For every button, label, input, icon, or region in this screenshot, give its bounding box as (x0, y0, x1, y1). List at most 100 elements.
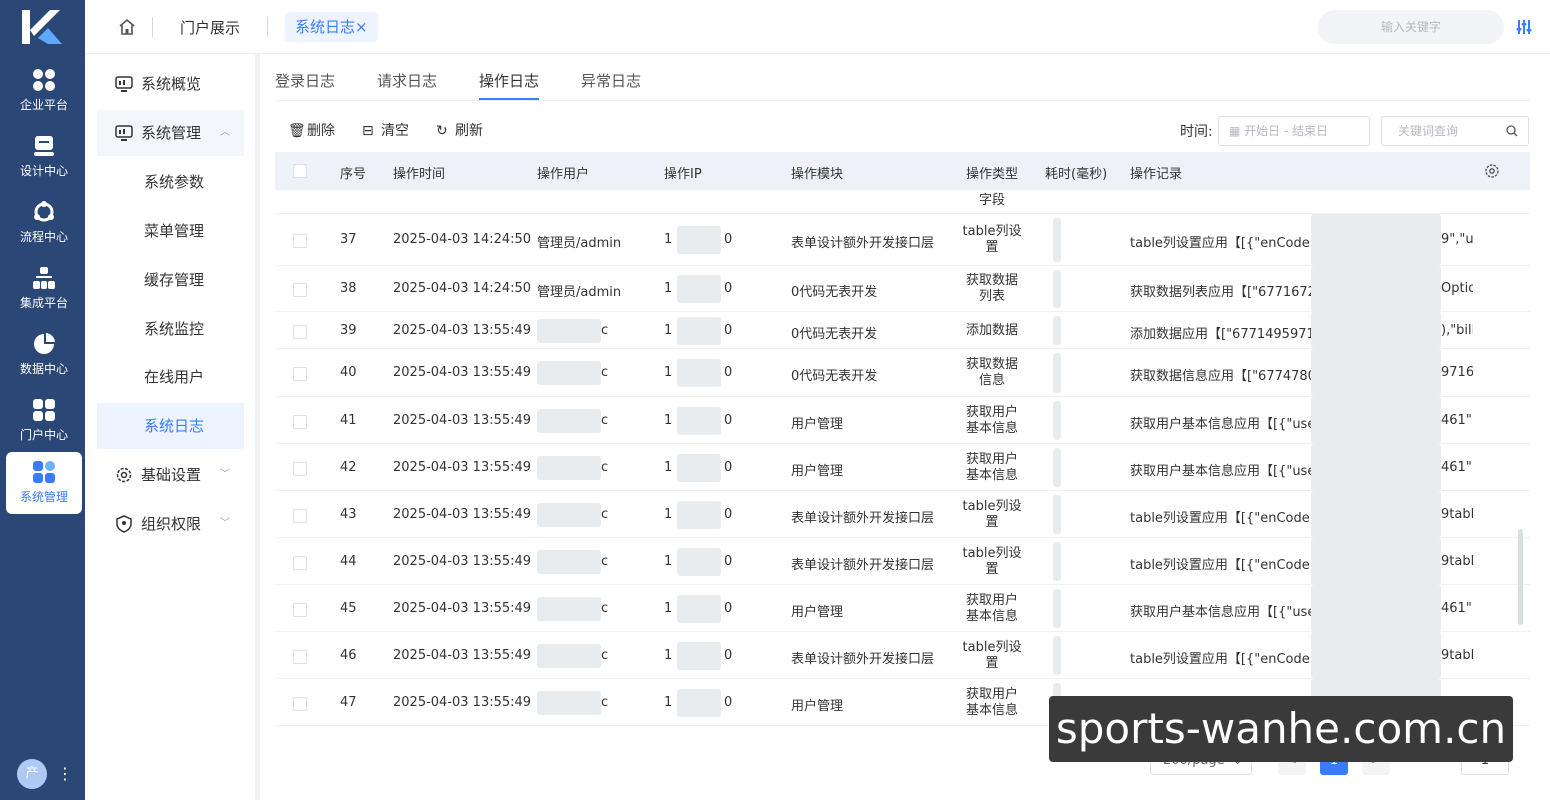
filter-sliders-icon[interactable] (1515, 18, 1533, 36)
table-row[interactable]: 44 2025-04-03 13:55:49 c 1 0 表单设计额外开发接口层 table… (275, 538, 1530, 585)
nav-org-permissions[interactable]: 组织权限 ﹀ (97, 501, 244, 547)
redacted-user (537, 597, 601, 621)
cell-record-tail: 97163 (1441, 365, 1473, 380)
design-icon (34, 136, 54, 156)
more-icon[interactable]: ⋮ (57, 764, 73, 783)
delete-button[interactable]: 🗑删除 (288, 120, 335, 140)
time-label: 时间: (1180, 124, 1213, 140)
avatar[interactable]: 产 (17, 759, 47, 789)
table-row[interactable]: 37 2025-04-03 14:24:50 管理员/admin 1 0 表单设计额外开发… (275, 214, 1530, 266)
table-row[interactable]: 45 2025-04-03 13:55:49 c 1 0 用户管理 获取用户基本信息 获取用户… (275, 585, 1530, 632)
tab-exception-log[interactable]: 异常日志 (581, 70, 641, 91)
monitor-icon (115, 76, 133, 92)
redacted-duration (1053, 448, 1061, 487)
cell-time: 2025-04-03 13:55:49 (393, 460, 532, 475)
pie-icon (34, 333, 55, 354)
global-search-input[interactable]: 输入关键字 (1318, 10, 1504, 44)
rail-label: 设计中心 (19, 164, 68, 178)
table-row[interactable]: 43 2025-04-03 13:55:49 c 1 0 表单设计额外开发接口层 table… (275, 491, 1530, 538)
cell-type: 获取用户基本信息 (965, 452, 1018, 483)
rail-item-integration[interactable]: 集成平台 (6, 258, 82, 320)
row-checkbox[interactable] (293, 697, 307, 711)
date-range-picker[interactable]: ▦ 开始日 - 结束日 (1218, 116, 1370, 146)
chevron-down-icon: ﹀ (220, 469, 230, 480)
refresh-icon: ↻ (436, 123, 448, 139)
row-checkbox[interactable] (293, 509, 307, 523)
row-checkbox[interactable] (293, 283, 307, 297)
cell-ip-prefix: 1 (664, 232, 673, 247)
home-icon[interactable] (118, 18, 136, 36)
nav-system-management[interactable]: 系统管理 ︿ (97, 110, 244, 156)
system-icon (33, 461, 55, 483)
nav-system-log[interactable]: 系统日志 (97, 403, 244, 449)
table-scrollbar[interactable] (1518, 529, 1523, 625)
col-ip[interactable]: 操作IP (664, 163, 702, 182)
col-type[interactable]: 操作类型 (966, 163, 1018, 182)
nav-menu-management[interactable]: 菜单管理 (97, 208, 244, 254)
col-user[interactable]: 操作用户 (537, 163, 589, 182)
nav-online-users[interactable]: 在线用户 (97, 354, 244, 400)
row-checkbox[interactable] (293, 462, 307, 476)
cell-module: 0代码无表开发 (791, 285, 878, 300)
row-checkbox[interactable] (293, 367, 307, 381)
redacted-user (537, 503, 601, 527)
nav-system-params[interactable]: 系统参数 (97, 159, 244, 205)
col-record[interactable]: 操作记录 (1130, 163, 1182, 182)
cell-record-tail: 461"]} (1441, 413, 1473, 428)
redacted-user (537, 644, 601, 668)
rail-item-portal[interactable]: 门户中心 (6, 390, 82, 452)
row-checkbox[interactable] (293, 556, 307, 570)
tab-portal-display[interactable]: 门户展示 (180, 17, 240, 38)
refresh-button[interactable]: ↻ 刷新 (436, 120, 483, 140)
table-row[interactable]: 38 2025-04-03 14:24:50 管理员/admin 1 0 0代码无表开发 获… (275, 266, 1530, 312)
column-settings-gear-icon[interactable] (1484, 163, 1500, 179)
row-checkbox[interactable] (293, 650, 307, 664)
col-duration[interactable]: 耗时(毫秒) (1045, 163, 1107, 182)
table-row[interactable]: 39 2025-04-03 13:55:49 c 1 0 0代码无表开发 添加数据 添加数据应… (275, 312, 1530, 349)
rail-item-system[interactable]: 系统管理 (6, 452, 82, 514)
tab-login-log[interactable]: 登录日志 (275, 70, 335, 91)
cell-ip-suffix: 0 (724, 460, 733, 475)
cell-time: 2025-04-03 14:24:50 (393, 281, 532, 296)
row-checkbox[interactable] (293, 325, 307, 339)
main-content: 登录日志 请求日志 操作日志 异常日志 🗑删除 ⊟ 清空 ↻ 刷新 时间: ▦ 开始… (260, 54, 1550, 800)
clear-button[interactable]: ⊟ 清空 (362, 120, 409, 140)
redacted-ip (677, 454, 721, 482)
table-row[interactable]: 40 2025-04-03 13:55:49 c 1 0 0代码无表开发 获取数据信息 获取数… (275, 349, 1530, 397)
nav-basic-settings[interactable]: 基础设置 ﹀ (97, 452, 244, 498)
cell-module: 表单设计额外开发接口层 (791, 236, 935, 251)
select-all-checkbox[interactable] (293, 164, 307, 178)
redacted-ip (677, 501, 721, 529)
table-row-partial[interactable]: 字段 (275, 190, 1530, 214)
row-checkbox[interactable] (293, 603, 307, 617)
row-checkbox[interactable] (293, 234, 307, 248)
col-module[interactable]: 操作模块 (791, 163, 843, 182)
search-icon[interactable] (1506, 125, 1518, 137)
tab-operation-log[interactable]: 操作日志 (479, 70, 539, 91)
nav-cache-management[interactable]: 缓存管理 (97, 257, 244, 303)
col-no[interactable]: 序号 (340, 163, 366, 182)
portal-icon (33, 399, 55, 421)
tab-system-log[interactable]: 系统日志× (285, 12, 378, 42)
col-time[interactable]: 操作时间 (393, 163, 445, 182)
cell-module: 0代码无表开发 (791, 369, 878, 384)
rail-item-data[interactable]: 数据中心 (6, 324, 82, 386)
app-logo (22, 10, 62, 44)
nav-system-overview[interactable]: 系统概览 (97, 61, 244, 107)
cell-user: c (601, 413, 609, 428)
rail-item-design[interactable]: 设计中心 (6, 126, 82, 188)
redacted-duration (1053, 353, 1061, 393)
rail-item-enterprise[interactable]: 企业平台 (6, 60, 82, 122)
cell-ip-suffix: 0 (724, 648, 733, 663)
table-row[interactable]: 41 2025-04-03 13:55:49 c 1 0 用户管理 获取用户基本信息 获取用户… (275, 397, 1530, 444)
cell-user: c (601, 554, 609, 569)
row-checkbox[interactable] (293, 415, 307, 429)
rail-item-flow[interactable]: 流程中心 (6, 192, 82, 254)
keyword-search-input[interactable]: 关键词查询 (1381, 116, 1529, 146)
table-row[interactable]: 46 2025-04-03 13:55:49 c 1 0 表单设计额外开发接口层 table… (275, 632, 1530, 679)
tab-request-log[interactable]: 请求日志 (377, 70, 437, 91)
nav-system-monitor[interactable]: 系统监控 (97, 306, 244, 352)
redacted-ip (677, 595, 721, 623)
table-row[interactable]: 42 2025-04-03 13:55:49 c 1 0 用户管理 获取用户基本信息 获取用户… (275, 444, 1530, 491)
cell-time: 2025-04-03 13:55:49 (393, 648, 532, 663)
